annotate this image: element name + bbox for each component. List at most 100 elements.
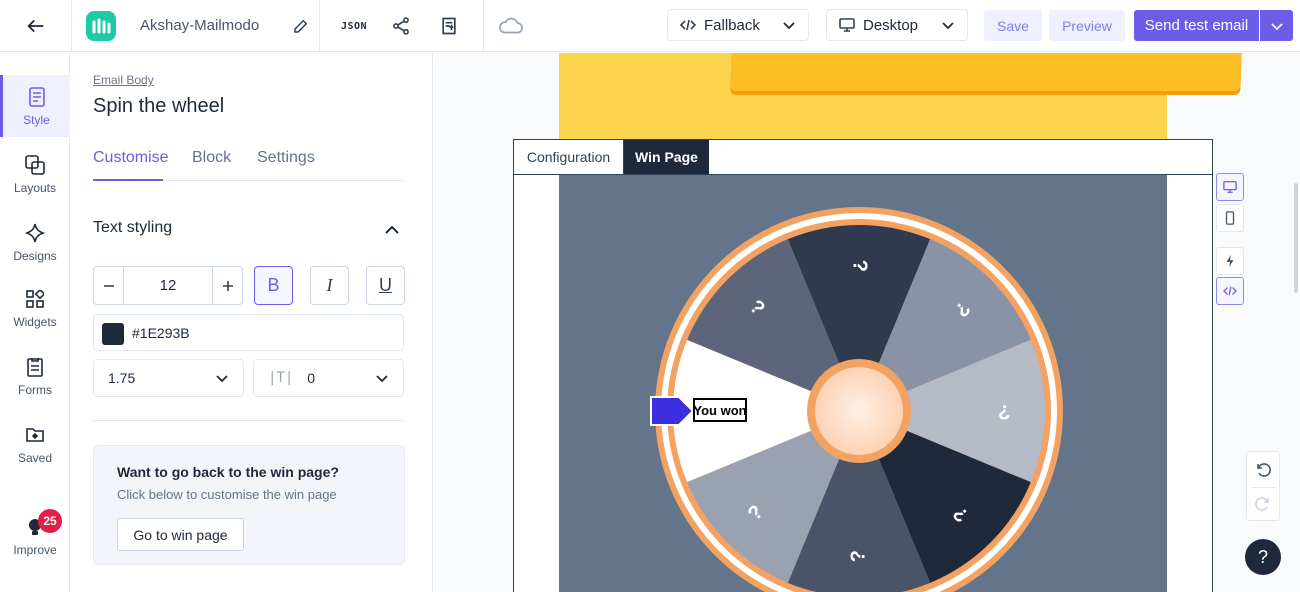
rail-item-label: Designs	[13, 249, 57, 263]
win-label-text: You won	[693, 403, 746, 418]
send-test-email-button[interactable]: Send test email	[1134, 10, 1259, 41]
cloud-sync-status	[494, 0, 528, 52]
color-swatch[interactable]	[102, 323, 124, 345]
device-dropdown-label: Desktop	[863, 16, 919, 34]
underline-button[interactable]: U	[366, 266, 405, 305]
rail-item-improve[interactable]: Improve 25	[0, 505, 70, 567]
wheel-background: ??????? You won	[559, 175, 1167, 592]
document-upload-icon	[442, 17, 456, 35]
share-button[interactable]	[384, 0, 418, 52]
rail-item-label: Forms	[18, 383, 52, 397]
fallback-dropdown-label: Fallback	[704, 16, 760, 34]
layouts-icon	[24, 153, 46, 177]
pencil-icon	[294, 19, 308, 33]
increase-font-size-button[interactable]	[212, 267, 242, 304]
mobile-view-button[interactable]	[1216, 204, 1244, 232]
monitor-icon	[839, 18, 855, 32]
save-button[interactable]: Save	[984, 10, 1042, 41]
rail-item-label: Saved	[17, 451, 53, 465]
divider	[71, 0, 72, 52]
color-hex-value: #1E293B	[132, 325, 190, 341]
collapse-section-button[interactable]	[383, 221, 401, 244]
redo-button[interactable]	[1254, 494, 1272, 517]
lightning-icon	[1226, 254, 1234, 268]
share-icon	[393, 17, 409, 35]
decrease-font-size-button[interactable]	[94, 267, 124, 304]
divider	[1251, 487, 1275, 488]
section-title: Text styling	[93, 219, 173, 236]
device-dropdown[interactable]: Desktop	[826, 9, 968, 41]
chevron-down-icon	[782, 18, 796, 32]
tape-graphic	[730, 53, 1242, 91]
rail-item-layouts[interactable]: Layouts	[0, 143, 70, 205]
redo-icon	[1255, 497, 1269, 511]
breadcrumb[interactable]: Email Body	[93, 73, 154, 87]
minus-icon	[103, 284, 114, 287]
go-to-win-page-button[interactable]: Go to win page	[117, 518, 244, 551]
monitor-icon	[1223, 181, 1237, 193]
rail-item-label: Improve	[13, 543, 57, 557]
rail-item-label: Style	[23, 113, 50, 127]
info-card-title: Want to go back to the win page?	[117, 464, 339, 480]
sparkle-icon	[24, 221, 46, 245]
tab-customise[interactable]: Customise	[93, 149, 169, 181]
wheel-hub[interactable]	[815, 367, 903, 455]
letter-spacing-value: 0	[307, 370, 316, 386]
json-button[interactable]: JSON	[336, 0, 372, 52]
text-color-field[interactable]: #1E293B	[93, 314, 404, 351]
preview-button[interactable]: Preview	[1049, 10, 1125, 41]
spin-wheel[interactable]: ??????? You won	[559, 175, 1167, 592]
json-label: JSON	[340, 20, 368, 32]
email-canvas: Configuration Win Page ??????? You won ?	[434, 53, 1300, 592]
panel-title: Spin the wheel	[93, 95, 225, 117]
letter-spacing-select[interactable]: |T| 0	[253, 359, 404, 397]
chevron-down-icon	[941, 18, 955, 32]
font-size-input[interactable]: 12	[124, 267, 212, 304]
tab-win-page[interactable]: Win Page	[624, 140, 709, 174]
mobile-icon	[1225, 211, 1235, 225]
divider	[319, 0, 320, 52]
fallback-dropdown[interactable]: Fallback	[667, 9, 809, 41]
mailmodo-logo	[86, 11, 116, 41]
bold-button[interactable]: B	[254, 266, 293, 305]
tab-block[interactable]: Block	[192, 149, 236, 181]
rail-item-forms[interactable]: Forms	[0, 345, 70, 407]
wheel-segment-label: ?	[847, 550, 869, 562]
divider	[483, 0, 484, 52]
widgets-icon	[26, 287, 44, 311]
tab-configuration[interactable]: Configuration	[514, 140, 624, 174]
undo-button[interactable]	[1254, 460, 1272, 483]
header-banner	[559, 53, 1242, 139]
notification-badge: 25	[38, 509, 62, 533]
actions-button[interactable]	[1216, 247, 1244, 275]
underline-icon: U	[379, 275, 392, 295]
spin-wheel-block[interactable]: Configuration Win Page ??????? You won	[513, 139, 1213, 592]
rail-item-widgets[interactable]: Widgets	[0, 277, 70, 339]
letter-spacing-icon: |T|	[268, 370, 294, 386]
rail-item-saved[interactable]: Saved	[0, 413, 70, 475]
chevron-up-icon	[385, 225, 399, 234]
properties-panel: Email Body Spin the wheel Customise Bloc…	[71, 53, 433, 592]
italic-button[interactable]: I	[310, 266, 349, 305]
history-controls	[1246, 451, 1280, 521]
line-height-select[interactable]: 1.75	[93, 359, 244, 397]
tab-settings[interactable]: Settings	[257, 149, 317, 181]
export-button[interactable]	[432, 0, 466, 52]
chevron-down-icon	[1270, 22, 1283, 30]
info-card-text: Click below to customise the win page	[117, 487, 337, 502]
help-button[interactable]: ?	[1245, 539, 1281, 575]
rail-item-designs[interactable]: Designs	[0, 211, 70, 273]
forms-icon	[26, 355, 44, 379]
rail-item-style[interactable]: Style	[0, 75, 70, 137]
scrollbar[interactable]	[1294, 183, 1298, 293]
rail-item-label: Widgets	[13, 315, 57, 329]
code-view-button[interactable]	[1216, 277, 1244, 305]
saved-folder-icon	[25, 423, 45, 447]
back-button[interactable]	[14, 0, 58, 52]
top-bar: Akshay-Mailmodo JSON Fallback Desktop Sa…	[0, 0, 1300, 52]
font-size-stepper: 12	[93, 266, 243, 305]
send-options-button[interactable]	[1260, 10, 1293, 41]
edit-name-button[interactable]	[284, 0, 318, 52]
document-name[interactable]: Akshay-Mailmodo	[140, 17, 259, 34]
desktop-view-button[interactable]	[1216, 173, 1244, 201]
